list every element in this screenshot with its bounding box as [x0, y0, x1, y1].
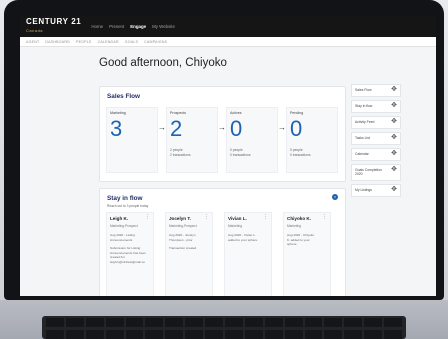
more-icon: ⋮ [263, 214, 268, 220]
move-handle-icon: ✥ [391, 186, 397, 193]
stat-label: Actives [230, 111, 242, 115]
more-icon: ⋮ [145, 214, 150, 220]
nav-my-website[interactable]: My Website [152, 24, 175, 29]
subnav-dashboard[interactable]: DASHBOARD [45, 40, 70, 44]
stat-detail: 0 people 0 transactions [290, 148, 311, 157]
widget-calendar[interactable]: Calendar ✥ [351, 148, 401, 161]
subnav-campaigns[interactable]: CAMPAIGNS [144, 40, 167, 44]
person-card[interactable]: Chiyoko K. ⋮ Marketing Aug 2020 - Chiyoko… [283, 212, 331, 296]
stat-marketing[interactable]: Marketing 3 [106, 107, 158, 173]
sales-flow-title: Sales Flow [107, 93, 141, 100]
move-handle-icon: ✥ [391, 150, 397, 157]
stay-in-flow-title: Stay in flow [107, 195, 143, 202]
top-navbar: CENTURY 21 Canada Home Present Engage My… [20, 16, 436, 37]
more-icon: ⋮ [322, 214, 327, 220]
widget-sales-flow[interactable]: Sales Flow ✥ [351, 84, 401, 97]
widget-sidebar: Sales Flow ✥ Stay in flow ✥ Activity Feed ✥… [351, 84, 401, 200]
nav-present[interactable]: Present [109, 24, 124, 29]
stat-label: Prospects [170, 111, 186, 115]
widget-my-listings[interactable]: My Listings ✥ [351, 184, 401, 197]
subnav-people[interactable]: PEOPLE [76, 40, 92, 44]
stay-in-flow-subtitle: Reach out to 3 people today [107, 204, 149, 208]
brand-logo[interactable]: CENTURY 21 Canada [26, 18, 81, 35]
stat-value: 2 [170, 116, 183, 141]
close-icon[interactable]: × [332, 194, 338, 200]
subnav-goals[interactable]: GOALS [125, 40, 138, 44]
person-card[interactable]: Jocelyn T. ⋮ Marketing-Prospect Aug 2020 … [165, 212, 213, 296]
widget-activity-feed[interactable]: Activity Feed ✥ [351, 116, 401, 129]
sub-nav: AGENT DASHBOARD PEOPLE CALENDAR GOALS CA… [20, 37, 436, 47]
more-icon: ⋮ [204, 214, 209, 220]
subnav-agent[interactable]: AGENT [26, 40, 39, 44]
stat-detail: 2 people 2 transactions [170, 148, 191, 157]
nav-engage[interactable]: Engage [130, 24, 146, 29]
arrow-right-icon: → [158, 123, 166, 132]
widget-stay-in-flow[interactable]: Stay in flow ✥ [351, 100, 401, 113]
move-handle-icon: ✥ [391, 102, 397, 109]
stat-value: 0 [230, 116, 243, 141]
main-nav: Home Present Engage My Website [91, 24, 175, 29]
brand-sub: Canada [26, 28, 44, 33]
person-card[interactable]: Leigh K. ⋮ Marketing-Prospect Aug 2020 - … [106, 212, 154, 296]
widget-goals-completion[interactable]: Goals Completion 2020 ✥ [351, 164, 401, 181]
stat-label: Marketing [110, 111, 126, 115]
move-handle-icon: ✥ [391, 166, 397, 173]
widget-tasks-list[interactable]: Tasks List ✥ [351, 132, 401, 145]
stat-pending[interactable]: Pending 0 0 people 0 transactions [286, 107, 338, 173]
move-handle-icon: ✥ [391, 134, 397, 141]
subnav-calendar[interactable]: CALENDAR [98, 40, 119, 44]
brand-name: CENTURY 21 [26, 17, 82, 26]
nav-home[interactable]: Home [91, 24, 103, 29]
arrow-right-icon: → [218, 123, 226, 132]
arrow-right-icon: → [278, 123, 286, 132]
stat-value: 3 [110, 116, 123, 141]
sales-flow-card: Sales Flow Marketing 3 → Prospects 2 2 p… [99, 86, 346, 182]
move-handle-icon: ✥ [391, 118, 397, 125]
keyboard-keys [46, 318, 402, 339]
stat-actives[interactable]: Actives 0 0 people 0 transactions [226, 107, 278, 173]
stat-value: 0 [290, 116, 303, 141]
stat-detail: 0 people 0 transactions [230, 148, 251, 157]
screen: CENTURY 21 Canada Home Present Engage My… [20, 16, 436, 296]
stay-in-flow-card: Stay in flow Reach out to 3 people today… [99, 188, 346, 296]
person-card[interactable]: Vivian L. ⋮ Marketing Aug 2020 - Vivian L… [224, 212, 272, 296]
move-handle-icon: ✥ [391, 86, 397, 93]
laptop-lid: CENTURY 21 Canada Home Present Engage My… [4, 0, 444, 300]
stat-label: Pending [290, 111, 304, 115]
stat-prospects[interactable]: Prospects 2 2 people 2 transactions [166, 107, 218, 173]
greeting-title: Good afternoon, Chiyoko [99, 57, 227, 69]
